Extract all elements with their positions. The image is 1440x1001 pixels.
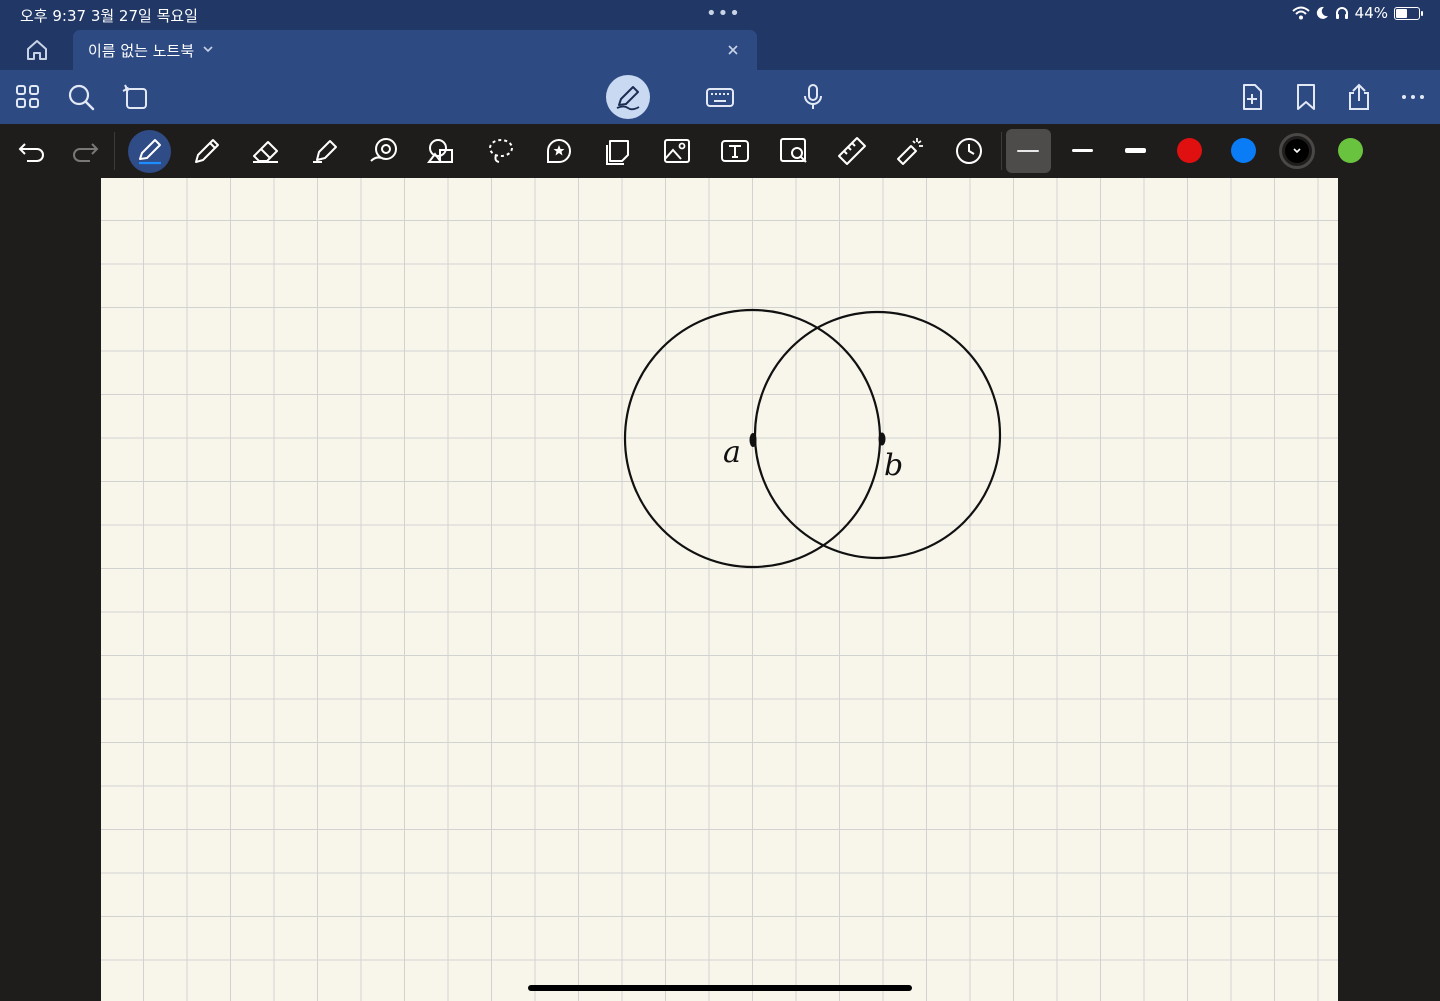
thickness-thin-button[interactable] [1006, 129, 1051, 173]
grid-icon[interactable] [13, 82, 43, 112]
ruler-icon[interactable] [835, 134, 869, 168]
text-box-icon[interactable] [718, 134, 752, 168]
thickness-thick-button[interactable] [1113, 129, 1158, 173]
notebook-tab[interactable]: 이름 없는 노트북 [73, 30, 757, 70]
thick-line-icon [1125, 148, 1146, 153]
sticky-note-icon[interactable] [601, 134, 635, 168]
handwritten-drawing: a b [623, 308, 1002, 569]
moon-icon [1316, 6, 1328, 19]
shapes-icon[interactable] [425, 134, 459, 168]
lasso-page-icon[interactable] [120, 82, 150, 112]
label-b: b [884, 448, 903, 483]
recent-tools-icon[interactable] [952, 134, 986, 168]
point-a-mark [749, 433, 757, 447]
home-icon[interactable] [24, 38, 50, 62]
label-a: a [723, 435, 741, 470]
circle-b-stroke [753, 310, 1002, 560]
more-icon[interactable] [1398, 82, 1428, 112]
color-swatch-black[interactable] [1279, 133, 1315, 169]
toolbar-divider [1001, 132, 1002, 170]
redo-icon[interactable] [68, 134, 102, 168]
eraser-tool-icon[interactable] [249, 134, 283, 168]
chevron-down-icon [1293, 148, 1301, 154]
color-swatch-blue[interactable] [1231, 138, 1256, 163]
pen-tool-icon [139, 139, 161, 165]
main-toolbar [0, 70, 1440, 124]
pen-mode-icon [616, 86, 640, 111]
add-page-icon[interactable] [1237, 82, 1267, 112]
share-icon[interactable] [1344, 82, 1374, 112]
tab-bar: 이름 없는 노트북 [0, 30, 1440, 70]
keyboard-icon[interactable] [705, 82, 735, 112]
wifi-icon [1291, 6, 1310, 20]
point-b-mark [878, 432, 886, 446]
battery-percent: 44% [1354, 4, 1388, 22]
status-time: 오후 9:37 3월 27일 목요일 [20, 7, 198, 25]
note-canvas[interactable]: a b [101, 178, 1338, 1001]
medium-line-icon [1072, 149, 1093, 152]
home-indicator[interactable] [528, 985, 912, 991]
image-icon[interactable] [660, 134, 694, 168]
battery-icon [1394, 6, 1423, 20]
undo-icon[interactable] [15, 134, 49, 168]
sticker-icon[interactable] [542, 134, 576, 168]
highlighter-tool-icon[interactable] [308, 134, 342, 168]
multitasking-dots[interactable]: ••• [706, 3, 741, 24]
tab-title: 이름 없는 노트북 [88, 42, 195, 60]
shape-recognizer-icon[interactable] [367, 134, 401, 168]
close-icon[interactable] [725, 42, 741, 58]
headphones-icon [1335, 7, 1348, 19]
thickness-medium-button[interactable] [1060, 129, 1105, 173]
image-search-icon[interactable] [777, 134, 811, 168]
microphone-icon[interactable] [798, 82, 828, 112]
chevron-down-icon[interactable] [201, 42, 215, 56]
toolbar-divider [114, 132, 115, 170]
pen-mode-button[interactable] [606, 75, 650, 119]
laser-pointer-icon[interactable] [893, 134, 927, 168]
bookmark-icon[interactable] [1291, 82, 1321, 112]
status-bar: 오후 9:37 3월 27일 목요일 ••• 44% [0, 0, 1440, 30]
status-indicators: 44% [1291, 4, 1423, 22]
tool-bar [0, 124, 1440, 178]
thin-line-icon [1017, 150, 1039, 152]
search-icon[interactable] [66, 82, 96, 112]
pencil-tool-icon[interactable] [190, 134, 224, 168]
battery-level [1396, 8, 1407, 18]
color-swatch-green[interactable] [1338, 138, 1363, 163]
color-swatch-red[interactable] [1177, 138, 1202, 163]
lasso-icon[interactable] [484, 134, 518, 168]
pen-tool-button[interactable] [128, 130, 171, 173]
